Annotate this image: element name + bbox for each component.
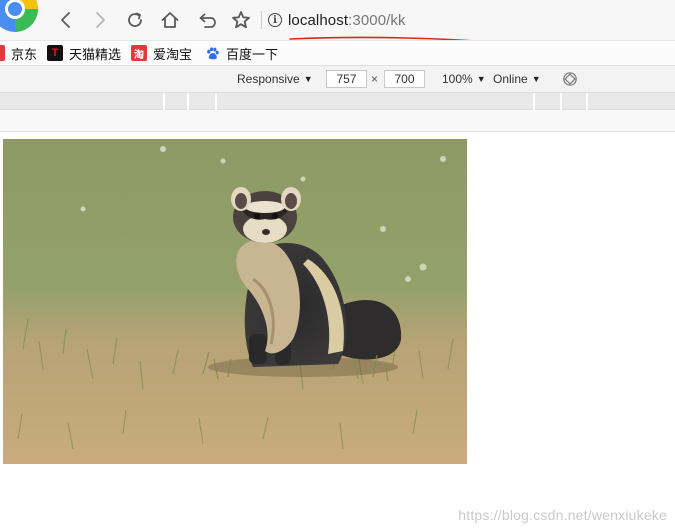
bookmark-label: 爱淘宝 [153, 46, 193, 62]
forward-button[interactable] [88, 8, 112, 32]
media-query-bar [0, 93, 675, 110]
forward-icon [96, 12, 105, 28]
bookmark-tmall[interactable]: T 天猫精选 [47, 43, 121, 63]
breakpoint-marker[interactable] [215, 93, 217, 110]
breakpoint-marker[interactable] [586, 93, 588, 110]
breakpoint-marker[interactable] [533, 93, 535, 110]
watermark-text: https://blog.csdn.net/wenxiukeke [458, 507, 667, 523]
dimension-times: × [371, 72, 379, 86]
bookmark-baidu[interactable]: 百度一下 [204, 43, 278, 63]
tmall-icon: T [47, 45, 63, 61]
ferret-photo [3, 139, 467, 464]
reload-button[interactable] [123, 8, 147, 32]
rotate-icon[interactable] [562, 71, 578, 87]
undo-icon [199, 13, 216, 28]
home-icon [161, 12, 179, 28]
network-label: Online [493, 72, 528, 86]
viewport-width-input[interactable]: 757 [326, 70, 367, 88]
address-separator [261, 11, 262, 29]
page-viewport: https://blog.csdn.net/wenxiukeke [0, 133, 675, 532]
jd-icon [0, 45, 5, 61]
caret-down-icon: ▼ [531, 74, 541, 84]
taobao-icon: 淘 [131, 45, 147, 61]
reload-icon [128, 12, 142, 27]
browser-toolbar: i localhost:3000/kk [0, 0, 675, 47]
baidu-paw-icon [204, 45, 220, 61]
zoom-label: 100% [442, 72, 473, 86]
viewport-ruler [0, 110, 675, 132]
bookmarks-bar: 京东 T 天猫精选 淘 爱淘宝 百度一下 [0, 40, 675, 64]
breakpoint-marker[interactable] [560, 93, 562, 110]
bookmark-label: 天猫精选 [69, 46, 122, 62]
device-mode-label: Responsive [237, 72, 300, 86]
bookmark-star-button[interactable] [229, 8, 253, 32]
caret-down-icon: ▼ [303, 74, 313, 84]
zoom-select[interactable]: 100% ▼ [442, 72, 486, 86]
device-mode-select[interactable]: Responsive ▼ [237, 72, 313, 86]
network-throttle-select[interactable]: Online ▼ [493, 72, 541, 86]
bookmark-label: 百度一下 [226, 46, 279, 62]
caret-down-icon: ▼ [476, 74, 486, 84]
breakpoint-marker[interactable] [163, 93, 165, 110]
undo-button[interactable] [194, 8, 218, 32]
address-bar[interactable]: i localhost:3000/kk [268, 9, 675, 31]
info-icon[interactable]: i [268, 13, 282, 27]
back-button[interactable] [54, 8, 78, 32]
bookmark-jd[interactable]: 京东 [0, 43, 37, 63]
url-path: :3000/kk [348, 11, 406, 29]
viewport-height-input[interactable]: 700 [384, 70, 425, 88]
bookmark-label: 京东 [11, 46, 38, 62]
device-toolbar: Responsive ▼ 757 × 700 100% ▼ Online ▼ [0, 65, 675, 93]
browser-logo-icon [0, 0, 38, 32]
url-text[interactable]: localhost:3000/kk [288, 12, 406, 29]
breakpoint-marker[interactable] [187, 93, 189, 110]
back-icon [61, 12, 70, 28]
url-host: localhost [288, 11, 349, 29]
home-button[interactable] [158, 8, 182, 32]
star-icon [232, 11, 250, 29]
bookmark-taobao[interactable]: 淘 爱淘宝 [131, 43, 192, 63]
